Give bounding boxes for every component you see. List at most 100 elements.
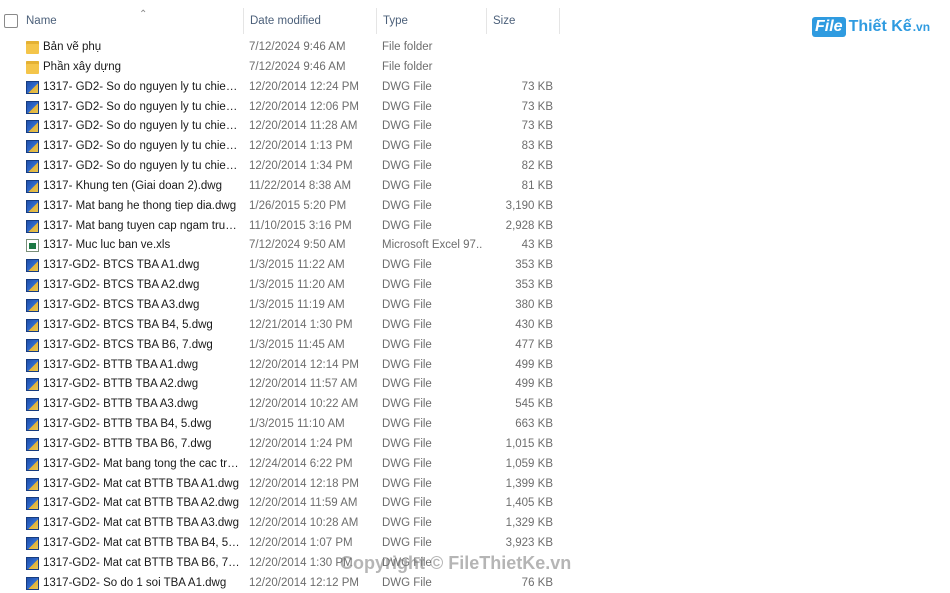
file-size: 380 KB — [515, 298, 553, 311]
file-name: 1317- GD2- So do nguyen ly tu chieu s... — [43, 140, 241, 153]
file-row[interactable]: 1317- GD2- So do nguyen ly tu chieu s...… — [0, 78, 560, 98]
column-header-date[interactable]: Date modified — [244, 8, 377, 34]
file-row[interactable]: 1317- GD2- So do nguyen ly tu chieu s...… — [0, 157, 560, 177]
file-date-modified: 1/3/2015 11:10 AM — [249, 418, 345, 431]
file-size: 499 KB — [515, 378, 553, 391]
column-header-size[interactable]: Size — [487, 8, 560, 34]
dwg-icon — [26, 338, 39, 352]
file-date-modified: 12/20/2014 12:06 PM — [249, 100, 359, 113]
file-size: 2,928 KB — [505, 219, 553, 232]
file-size: 73 KB — [521, 120, 553, 133]
file-date-modified: 12/24/2014 6:22 PM — [249, 457, 353, 470]
file-name: Phần xây dựng — [43, 60, 122, 73]
logo-domain-text: .vn — [912, 20, 931, 34]
file-row[interactable]: 1317-GD2- BTTB TBA B4, 5.dwg 1/3/2015 11:… — [0, 415, 560, 435]
file-type: DWG File — [382, 418, 432, 431]
file-row[interactable]: 1317-GD2- Mat cat BTTB TBA A2.dwg 12/20/2… — [0, 494, 560, 514]
column-header-date-label: Date modified — [250, 15, 321, 27]
file-row[interactable]: 1317-GD2- BTCS TBA A1.dwg 1/3/2015 11:22 … — [0, 256, 560, 276]
file-type: DWG File — [382, 398, 432, 411]
file-row[interactable]: Phần xây dựng 7/12/2024 9:46 AM File folde… — [0, 58, 560, 78]
file-row[interactable]: 1317- Mat bang he thong tiep dia.dwg 1/26… — [0, 197, 560, 217]
dwg-icon — [26, 358, 39, 372]
file-date-modified: 7/12/2024 9:46 AM — [249, 41, 346, 53]
file-name: 1317-GD2- BTTB TBA A1.dwg — [43, 358, 199, 371]
file-name: 1317-GD2- Mat cat BTTB TBA A3.dwg — [43, 517, 240, 530]
file-type: DWG File — [382, 259, 432, 272]
file-row[interactable]: 1317-GD2- BTTB TBA A3.dwg 12/20/2014 10:2… — [0, 395, 560, 415]
file-name: 1317-GD2- Mat cat BTTB TBA A1.dwg — [43, 477, 240, 490]
file-row[interactable]: 1317-GD2- Mat cat BTTB TBA A3.dwg 12/20/2… — [0, 514, 560, 534]
file-name: 1317-GD2- BTCS TBA A3.dwg — [43, 298, 200, 311]
file-date-modified: 11/10/2015 3:16 PM — [249, 219, 352, 232]
file-name: 1317-GD2- BTTB TBA B4, 5.dwg — [43, 418, 212, 431]
file-type: DWG File — [382, 80, 432, 93]
dwg-icon — [26, 259, 39, 273]
file-row[interactable]: 1317- GD2- So do nguyen ly tu chieu s...… — [0, 117, 560, 137]
dwg-icon — [26, 140, 39, 154]
dwg-icon — [26, 576, 39, 590]
file-type: DWG File — [382, 120, 432, 133]
file-name: 1317-GD2- BTCS TBA A2.dwg — [43, 279, 200, 292]
file-name: 1317-GD2- Mat cat BTTB TBA B6, 7.dwg — [43, 556, 241, 569]
file-size: 545 KB — [515, 398, 553, 411]
file-type: DWG File — [382, 100, 432, 113]
file-row[interactable]: 1317-GD2- BTTB TBA A2.dwg 12/20/2014 11:5… — [0, 375, 560, 395]
file-size: 83 KB — [521, 140, 553, 153]
file-date-modified: 12/20/2014 1:07 PM — [249, 537, 353, 550]
file-row[interactable]: 1317-GD2- BTCS TBA A3.dwg 1/3/2015 11:19 … — [0, 296, 560, 316]
column-header-row: Name ⌃ Date modified Type Size — [0, 8, 560, 34]
file-type: DWG File — [382, 497, 432, 510]
file-row[interactable]: 1317-GD2- Mat bang tong the cac tra... 12… — [0, 455, 560, 475]
file-name: 1317-GD2- BTTB TBA A3.dwg — [43, 398, 199, 411]
file-date-modified: 12/20/2014 1:24 PM — [249, 437, 353, 450]
file-date-modified: 12/20/2014 12:12 PM — [249, 576, 359, 589]
file-size: 499 KB — [515, 358, 553, 371]
file-row[interactable]: 1317-GD2- Mat cat BTTB TBA A1.dwg 12/20/2… — [0, 475, 560, 495]
file-type: DWG File — [382, 179, 432, 192]
file-row[interactable]: Bản vẽ phụ 7/12/2024 9:46 AM File folder — [0, 38, 560, 58]
file-row[interactable]: 1317-GD2- BTTB TBA B6, 7.dwg 12/20/2014 1… — [0, 435, 560, 455]
column-header-name[interactable]: Name ⌃ — [20, 8, 244, 34]
file-name: 1317- GD2- So do nguyen ly tu chieu s... — [43, 160, 241, 173]
file-name: 1317-GD2- Mat bang tong the cac tra... — [43, 457, 241, 470]
file-row[interactable]: 1317-GD2- So do 1 soi TBA A1.dwg 12/20/20… — [0, 574, 560, 593]
file-row[interactable]: 1317-GD2- BTCS TBA B6, 7.dwg 1/3/2015 11:… — [0, 336, 560, 356]
file-row[interactable]: 1317-GD2- BTTB TBA A1.dwg 12/20/2014 12:1… — [0, 356, 560, 376]
file-row[interactable]: 1317- GD2- So do nguyen ly tu chieu s...… — [0, 98, 560, 118]
file-type: DWG File — [382, 537, 432, 550]
dwg-icon — [26, 556, 39, 570]
dwg-icon — [26, 100, 39, 114]
file-row[interactable]: 1317- Muc luc ban ve.xls 7/12/2024 9:50 A… — [0, 236, 560, 256]
dwg-icon — [26, 418, 39, 432]
file-type: DWG File — [382, 437, 432, 450]
file-row[interactable]: 1317-GD2- BTCS TBA A2.dwg 1/3/2015 11:20 … — [0, 276, 560, 296]
column-header-type[interactable]: Type — [377, 8, 487, 34]
file-type: DWG File — [382, 199, 432, 212]
dwg-icon — [26, 199, 39, 213]
file-name: 1317-GD2- BTCS TBA B4, 5.dwg — [43, 318, 213, 331]
file-name: 1317-GD2- Mat cat BTTB TBA A2.dwg — [43, 497, 240, 510]
file-row[interactable]: 1317- GD2- So do nguyen ly tu chieu s...… — [0, 137, 560, 157]
file-date-modified: 11/22/2014 8:38 AM — [249, 179, 352, 192]
dwg-icon — [26, 457, 39, 471]
file-row[interactable]: 1317-GD2- Mat cat BTTB TBA B4, 5.dwg 12/2… — [0, 534, 560, 554]
dwg-icon — [26, 160, 39, 174]
file-date-modified: 12/20/2014 11:59 AM — [249, 497, 358, 510]
file-row[interactable]: 1317- Khung ten (Giai doan 2).dwg 11/22/2… — [0, 177, 560, 197]
file-row[interactable]: 1317- Mat bang tuyen cap ngam trun... 11/… — [0, 217, 560, 237]
file-date-modified: 1/3/2015 11:19 AM — [249, 298, 345, 311]
file-size: 73 KB — [521, 100, 553, 113]
select-all-checkbox[interactable] — [4, 14, 18, 28]
file-date-modified: 12/21/2014 1:30 PM — [249, 318, 353, 331]
file-type: DWG File — [382, 358, 432, 371]
file-date-modified: 12/20/2014 12:24 PM — [249, 80, 359, 93]
dwg-icon — [26, 477, 39, 491]
dwg-icon — [26, 219, 39, 233]
file-date-modified: 12/20/2014 1:13 PM — [249, 140, 353, 153]
file-size: 353 KB — [515, 279, 553, 292]
file-row[interactable]: 1317-GD2- BTCS TBA B4, 5.dwg 12/21/2014 1… — [0, 316, 560, 336]
file-type: DWG File — [382, 457, 432, 470]
file-name: Bản vẽ phụ — [43, 41, 102, 53]
dwg-icon — [26, 517, 39, 531]
